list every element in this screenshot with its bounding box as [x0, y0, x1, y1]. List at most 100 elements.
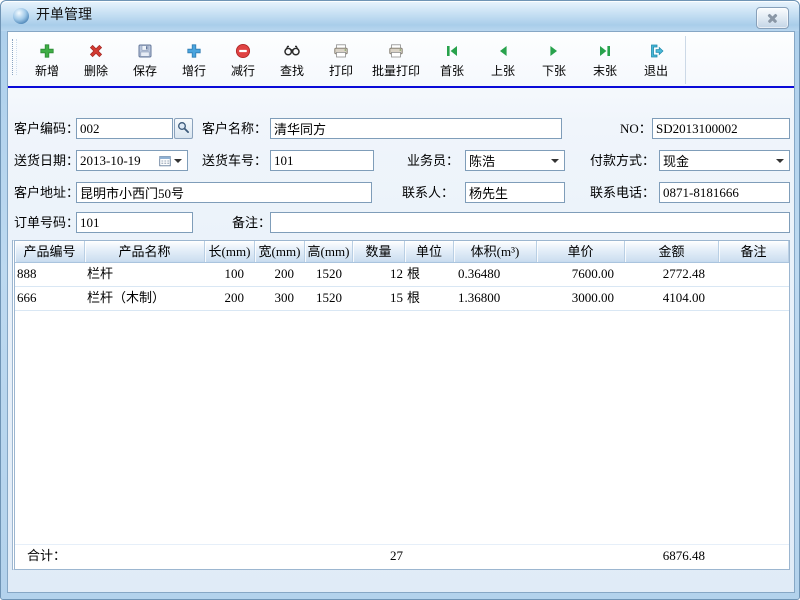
table-cell[interactable]: 根: [405, 287, 454, 310]
toolbar-button-add-row[interactable]: 增行: [171, 38, 217, 82]
table-cell[interactable]: 1520: [305, 287, 353, 310]
table-row[interactable]: 666栏杆（木制）200300152015根1.368003000.004104…: [15, 287, 789, 311]
column-header: 高(mm): [305, 241, 353, 262]
vehicle-no-input[interactable]: [270, 150, 374, 171]
order-no-input[interactable]: [76, 212, 193, 233]
toolbar-button-new[interactable]: 新增: [24, 38, 70, 82]
chevron-down-icon: [776, 159, 784, 167]
table-cell[interactable]: 12: [353, 263, 405, 286]
payment-method-value: 现金: [663, 151, 773, 170]
toolbar-button-label: 下张: [542, 62, 566, 79]
billing-window: 开单管理 新增删除保存增行减行查找打印批量打印首张上张下张末张退出 客户编码： …: [0, 0, 800, 600]
toolbar: 新增删除 保存增行减行 查找 打印批量打印首张上张下张 末张 退出: [10, 36, 686, 84]
toolbar-button-del-row[interactable]: 减行: [220, 38, 266, 82]
toolbar-button-label: 保存: [133, 62, 157, 79]
no-input[interactable]: [652, 118, 790, 139]
toolbar-button-label: 查找: [280, 62, 304, 79]
toolbar-button-label: 末张: [593, 62, 617, 79]
toolbar-button-batch-print[interactable]: 批量打印: [367, 38, 425, 82]
column-header: 长(mm): [205, 241, 255, 262]
no-label: NO：: [620, 118, 652, 139]
toolbar-button-next[interactable]: 下张: [530, 38, 578, 82]
toolbar-button-prev[interactable]: 上张: [479, 38, 527, 82]
table-cell[interactable]: 888: [15, 263, 85, 286]
grid-header-row: 产品编号产品名称长(mm)宽(mm)高(mm)数量单位体积(m³)单价金额备注: [15, 241, 789, 263]
plus-blue-icon: [185, 42, 203, 61]
calendar-icon: [159, 155, 171, 167]
customer-code-label: 客户编码：: [14, 118, 79, 139]
nav-first-icon: [443, 42, 461, 61]
toolbar-button-label: 删除: [84, 62, 108, 79]
binoculars-icon: [283, 42, 301, 61]
totals-spacer: [454, 545, 537, 568]
payment-method-label: 付款方式：: [590, 150, 655, 171]
minus-circle-red-icon: [234, 42, 252, 61]
column-header: 产品名称: [85, 241, 205, 262]
toolbar-button-print[interactable]: 打印: [318, 38, 364, 82]
chevron-down-icon: [174, 159, 182, 167]
salesperson-combo[interactable]: 陈浩: [465, 150, 565, 171]
customer-name-label: 客户名称：: [202, 118, 267, 139]
table-cell[interactable]: 0.36480: [454, 263, 537, 286]
toolbar-button-save[interactable]: 保存: [122, 38, 168, 82]
table-cell[interactable]: [719, 287, 789, 310]
totals-spacer: [405, 545, 454, 568]
table-cell[interactable]: 栏杆（木制）: [85, 287, 205, 310]
column-header: 产品编号: [15, 241, 85, 262]
toolbar-button-last[interactable]: 末张: [581, 38, 629, 82]
toolbar-button-label: 退出: [644, 62, 668, 79]
app-icon: [13, 8, 29, 24]
magnifier-icon: [177, 121, 190, 137]
quantity-total: 27: [353, 545, 405, 568]
column-header: 金额: [625, 241, 719, 262]
close-icon: [767, 12, 778, 23]
customer-code-input[interactable]: [76, 118, 173, 139]
column-header: 备注: [719, 241, 789, 262]
remarks-label: 备注：: [232, 212, 271, 233]
table-row[interactable]: 888栏杆100200152012根0.364807600.002772.48: [15, 263, 789, 287]
totals-spacer: [537, 545, 625, 568]
table-cell[interactable]: 7600.00: [537, 263, 625, 286]
contact-person-input[interactable]: [465, 182, 565, 203]
table-cell[interactable]: 200: [205, 287, 255, 310]
plus-green-icon: [38, 42, 56, 61]
nav-next-icon: [545, 42, 563, 61]
toolbar-button-label: 打印: [329, 62, 353, 79]
customer-name-input[interactable]: [270, 118, 562, 139]
table-cell[interactable]: 3000.00: [537, 287, 625, 310]
table-cell[interactable]: 栏杆: [85, 263, 205, 286]
table-cell[interactable]: 1.36800: [454, 287, 537, 310]
table-cell[interactable]: 100: [205, 263, 255, 286]
nav-last-icon: [596, 42, 614, 61]
table-cell[interactable]: 1520: [305, 263, 353, 286]
toolbar-button-delete[interactable]: 删除: [73, 38, 119, 82]
close-button[interactable]: [756, 7, 789, 29]
delivery-date-value: 2013-10-19: [80, 153, 157, 169]
table-cell[interactable]: 4104.00: [625, 287, 719, 310]
table-cell[interactable]: 2772.48: [625, 263, 719, 286]
table-cell[interactable]: 15: [353, 287, 405, 310]
exit-door-icon: [647, 42, 665, 61]
items-grid: 产品编号产品名称长(mm)宽(mm)高(mm)数量单位体积(m³)单价金额备注8…: [12, 240, 790, 570]
contact-phone-input[interactable]: [659, 182, 790, 203]
column-header: 宽(mm): [255, 241, 305, 262]
table-cell[interactable]: 200: [255, 263, 305, 286]
salesperson-value: 陈浩: [469, 151, 548, 170]
toolbar-button-first[interactable]: 首张: [428, 38, 476, 82]
table-cell[interactable]: [719, 263, 789, 286]
toolbar-button-label: 减行: [231, 62, 255, 79]
column-header: 数量: [353, 241, 405, 262]
toolbar-button-find[interactable]: 查找: [269, 38, 315, 82]
delivery-date-input[interactable]: 2013-10-19: [76, 150, 188, 171]
customer-address-input[interactable]: [76, 182, 372, 203]
delivery-date-label: 送货日期：: [14, 150, 79, 171]
payment-method-combo[interactable]: 现金: [659, 150, 790, 171]
customer-lookup-button[interactable]: [174, 118, 193, 139]
table-cell[interactable]: 根: [405, 263, 454, 286]
chevron-down-icon: [551, 159, 559, 167]
remarks-input[interactable]: [270, 212, 790, 233]
amount-total: 6876.48: [625, 545, 719, 568]
table-cell[interactable]: 300: [255, 287, 305, 310]
toolbar-button-exit[interactable]: 退出: [632, 38, 680, 82]
table-cell[interactable]: 666: [15, 287, 85, 310]
